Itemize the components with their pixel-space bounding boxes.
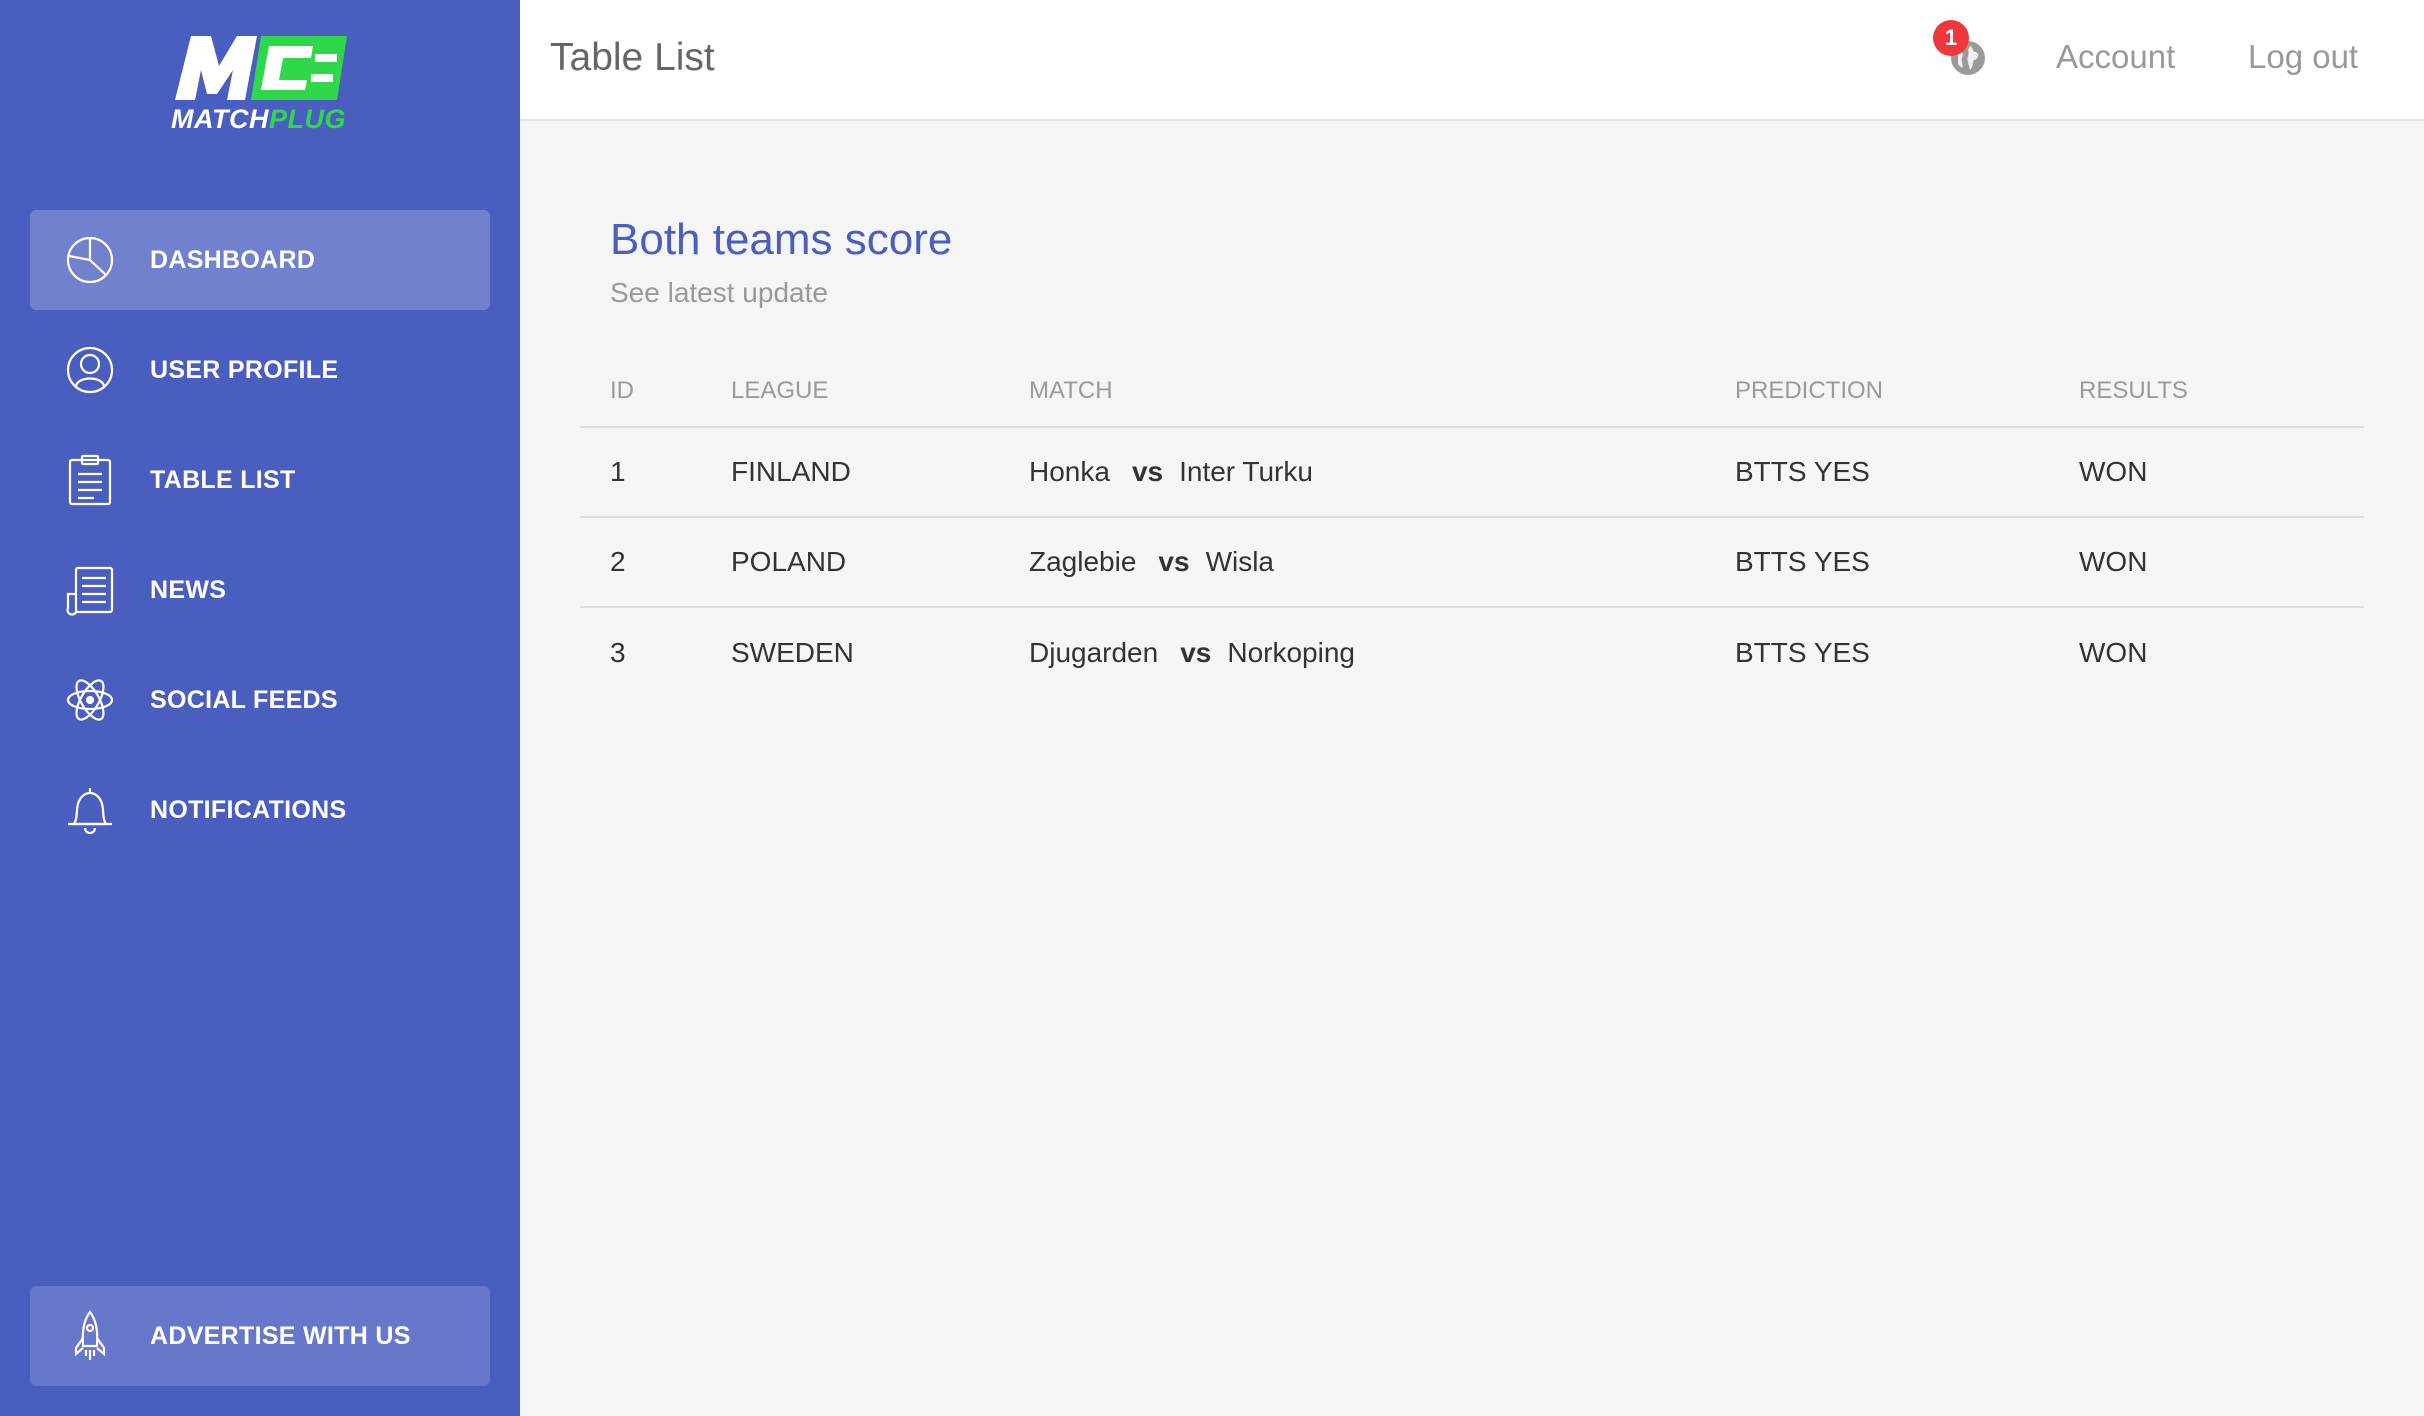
table-row: 1 FINLAND Honka vs Inter Turku BTTS YES WO… [580, 427, 2364, 518]
cell-id: 2 [580, 517, 701, 608]
cell-prediction: BTTS YES [1705, 517, 2049, 608]
sidebar-item-dashboard[interactable]: DASHBOARD [30, 210, 490, 310]
cell-match: Honka vs Inter Turku [999, 427, 1705, 518]
cell-league: SWEDEN [731, 636, 854, 668]
card-title: Both teams score [610, 215, 953, 264]
clipboard-icon [64, 454, 116, 506]
sidebar-item-notifications[interactable]: NOTIFICATIONS [30, 760, 490, 860]
user-icon [64, 344, 116, 396]
pie-chart-icon [64, 234, 116, 286]
column-header-results: RESULTS [2049, 355, 2364, 428]
account-link[interactable]: Account [2056, 38, 2175, 76]
sidebar-nav: DASHBOARD USER PROFILE TABLE LIST NEWS S… [30, 210, 490, 870]
table-row: 2 POLAND Zaglebie vs Wisla BTTS YES WON [580, 517, 2364, 608]
away-team: Wisla [1205, 546, 1275, 577]
card-subtitle: See latest update [610, 277, 828, 308]
cell-result: WON [2079, 636, 2148, 668]
away-team: Norkoping [1227, 636, 1355, 668]
cell-match: Djugarden vs Norkoping [999, 607, 1705, 697]
matchplug-logo[interactable]: MATCHPLUG [165, 28, 355, 138]
sidebar-item-user-profile[interactable]: USER PROFILE [30, 320, 490, 420]
sidebar-item-label: TABLE LIST [150, 465, 296, 494]
logout-link[interactable]: Log out [2248, 38, 2358, 76]
notification-badge: 1 [1933, 20, 1969, 56]
advertise-label: ADVERTISE WITH US [150, 1321, 411, 1350]
page-title: Table List [550, 36, 715, 79]
sidebar: MATCHPLUG DASHBOARD USER PROFILE TABLE L… [0, 0, 520, 1416]
sidebar-item-label: DASHBOARD [150, 245, 316, 274]
table-row: 3 SWEDEN Djugarden vs Norkoping BTTS YES W… [580, 607, 2364, 697]
column-header-id: ID [580, 355, 701, 428]
cell-id: 1 [580, 427, 701, 518]
sidebar-item-label: USER PROFILE [150, 355, 339, 384]
sidebar-item-label: NOTIFICATIONS [150, 795, 347, 824]
atom-icon [64, 674, 116, 726]
vs-label: vs [1180, 636, 1212, 668]
home-team: Zaglebie [1029, 546, 1137, 577]
logo-wordmark: MATCHPLUG [171, 104, 346, 134]
cell-league: POLAND [701, 517, 999, 608]
predictions-table: ID LEAGUE MATCH PREDICTION RESULTS 1 FIN… [580, 355, 2364, 697]
cell-match: Zaglebie vs Wisla [999, 517, 1705, 608]
cell-prediction: BTTS YES [1705, 427, 2049, 518]
vs-label: vs [1158, 546, 1190, 577]
away-team: Inter Turku [1179, 456, 1313, 487]
sidebar-item-table-list[interactable]: TABLE LIST [30, 430, 490, 530]
advertise-button[interactable]: ADVERTISE WITH US [30, 1286, 490, 1386]
cell-result: WON [2049, 517, 2364, 608]
logo-mark-icon [175, 36, 347, 100]
top-bar: Table List 1 Account Log out [520, 0, 2424, 121]
cell-id: 3 [610, 636, 626, 668]
home-team: Djugarden [1029, 636, 1159, 668]
cell-league: FINLAND [701, 427, 999, 518]
home-team: Honka [1029, 456, 1110, 487]
column-header-match: MATCH [999, 355, 1705, 428]
sidebar-item-news[interactable]: NEWS [30, 540, 490, 640]
vs-label: vs [1131, 456, 1164, 487]
sidebar-item-social-feeds[interactable]: SOCIAL FEEDS [30, 650, 490, 750]
table-header-row: ID LEAGUE MATCH PREDICTION RESULTS [580, 355, 2364, 428]
rocket-icon [64, 1310, 116, 1362]
cell-result: WON [2049, 427, 2364, 518]
sidebar-item-label: SOCIAL FEEDS [150, 685, 338, 714]
column-header-league: LEAGUE [701, 355, 999, 428]
bell-icon [64, 784, 116, 836]
newspaper-icon [64, 564, 116, 616]
column-header-prediction: PREDICTION [1705, 355, 2049, 428]
cell-prediction: BTTS YES [1735, 636, 1870, 668]
sidebar-item-label: NEWS [150, 575, 227, 604]
